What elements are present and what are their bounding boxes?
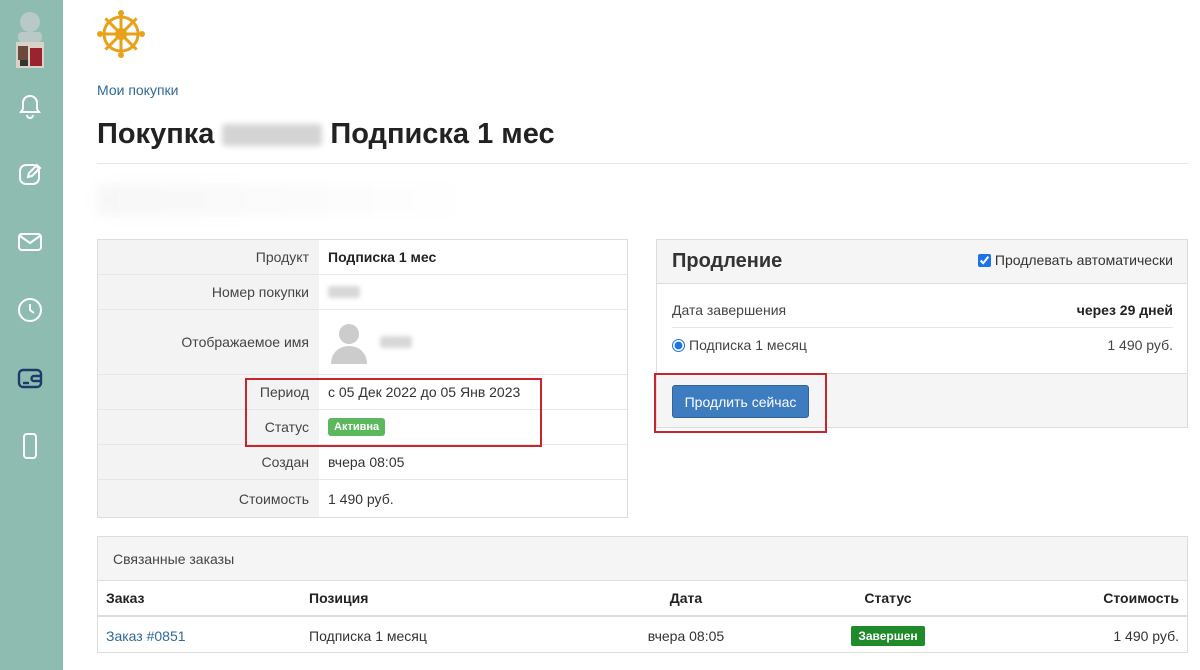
detail-value-cost: 1 490 руб. bbox=[328, 490, 394, 507]
table-row: Заказ #0851 Подписка 1 месяц вчера 08:05… bbox=[98, 618, 1187, 654]
column-header: Стоимость bbox=[1103, 590, 1179, 606]
page-title: Покупка Подписка 1 мес bbox=[97, 118, 555, 151]
renewal-header: Продление Продлевать автоматически bbox=[657, 240, 1187, 284]
dharma-wheel-logo[interactable] bbox=[96, 10, 146, 58]
renew-now-button[interactable]: Продлить сейчас bbox=[672, 385, 809, 418]
renewal-panel: Продление Продлевать автоматически Дата … bbox=[656, 239, 1188, 428]
bell-icon[interactable] bbox=[14, 90, 46, 122]
blurred-value bbox=[380, 336, 412, 348]
plan-option[interactable]: Подписка 1 месяц bbox=[672, 337, 807, 353]
detail-row-status: Статус Активна bbox=[98, 410, 627, 445]
plan-row: Подписка 1 месяц 1 490 руб. bbox=[672, 334, 1173, 356]
item-cell: Подписка 1 месяц bbox=[309, 628, 427, 644]
orders-table-header: Заказ Позиция Дата Статус Стоимость bbox=[98, 581, 1187, 617]
detail-row-cost: Стоимость 1 490 руб. bbox=[98, 480, 627, 517]
divider bbox=[97, 163, 1188, 164]
auto-renew-toggle[interactable]: Продлевать автоматически bbox=[977, 252, 1173, 268]
auto-renew-label: Продлевать автоматически bbox=[994, 252, 1173, 268]
renewal-footer: Продлить сейчас bbox=[657, 373, 1187, 427]
detail-value-created: вчера 08:05 bbox=[328, 454, 405, 470]
detail-label: Отображаемое имя bbox=[98, 310, 319, 374]
sidebar bbox=[0, 0, 63, 670]
edit-icon[interactable] bbox=[14, 158, 46, 190]
detail-value-status: Активна bbox=[328, 410, 386, 444]
related-orders-heading: Связанные заказы bbox=[98, 537, 1187, 581]
end-date-label: Дата завершения bbox=[672, 301, 787, 318]
status-badge: Завершен bbox=[851, 626, 925, 646]
blurred-value bbox=[328, 286, 360, 298]
detail-value-period: с 05 Дек 2022 до 05 Янв 2023 bbox=[328, 384, 521, 400]
clock-icon[interactable] bbox=[14, 294, 46, 326]
detail-label: Стоимость bbox=[98, 480, 319, 517]
related-orders-panel: Связанные заказы Заказ Позиция Дата Стат… bbox=[97, 536, 1188, 653]
faded-background-text bbox=[97, 185, 477, 215]
plan-label: Подписка 1 месяц bbox=[689, 337, 807, 353]
phone-icon[interactable] bbox=[14, 430, 46, 462]
detail-label: Статус bbox=[98, 410, 319, 444]
blurred-purchase-id bbox=[222, 123, 323, 146]
detail-row-display-name: Отображаемое имя bbox=[98, 310, 627, 375]
end-date-row: Дата завершения через 29 дней bbox=[672, 298, 1173, 328]
detail-label: Номер покупки bbox=[98, 275, 319, 309]
end-date-value: через 29 дней bbox=[1076, 301, 1173, 318]
renewal-title: Продление bbox=[672, 250, 783, 272]
detail-row-created: Создан вчера 08:05 bbox=[98, 445, 627, 480]
wallet-icon[interactable] bbox=[14, 362, 46, 394]
user-avatar[interactable] bbox=[14, 10, 46, 68]
title-prefix: Покупка bbox=[97, 118, 215, 150]
auto-renew-checkbox[interactable] bbox=[977, 253, 991, 267]
detail-label: Продукт bbox=[98, 240, 319, 274]
detail-value-display-name bbox=[328, 310, 412, 374]
detail-row-purchase-number: Номер покупки bbox=[98, 275, 627, 310]
breadcrumb-my-purchases[interactable]: Мои покупки bbox=[97, 82, 179, 98]
title-suffix: Подписка 1 мес bbox=[330, 118, 555, 150]
column-header: Позиция bbox=[309, 590, 369, 606]
user-placeholder-icon bbox=[331, 324, 367, 364]
detail-row-product: Продукт Подписка 1 мес bbox=[98, 240, 627, 275]
plan-radio[interactable] bbox=[672, 338, 685, 352]
price-cell: 1 490 руб. bbox=[1113, 628, 1179, 644]
detail-row-period: Период с 05 Дек 2022 до 05 Янв 2023 bbox=[98, 375, 627, 410]
order-link[interactable]: Заказ #0851 bbox=[106, 628, 186, 644]
column-header: Заказ bbox=[106, 590, 145, 606]
column-header: Статус bbox=[864, 590, 912, 606]
plan-price: 1 490 руб. bbox=[1107, 337, 1173, 353]
date-cell: вчера 08:05 bbox=[647, 628, 725, 644]
detail-label: Создан bbox=[98, 445, 319, 479]
order-cell: Заказ #0851 bbox=[106, 618, 186, 654]
mail-icon[interactable] bbox=[14, 226, 46, 258]
detail-value-purchase-number bbox=[328, 275, 360, 309]
column-header: Дата bbox=[669, 590, 703, 606]
detail-value-product: Подписка 1 мес bbox=[328, 249, 437, 265]
purchase-details-table: Продукт Подписка 1 мес Номер покупки Ото… bbox=[97, 239, 628, 518]
status-cell: Завершен bbox=[818, 618, 958, 654]
status-badge: Активна bbox=[328, 418, 386, 436]
detail-label: Период bbox=[98, 375, 319, 409]
